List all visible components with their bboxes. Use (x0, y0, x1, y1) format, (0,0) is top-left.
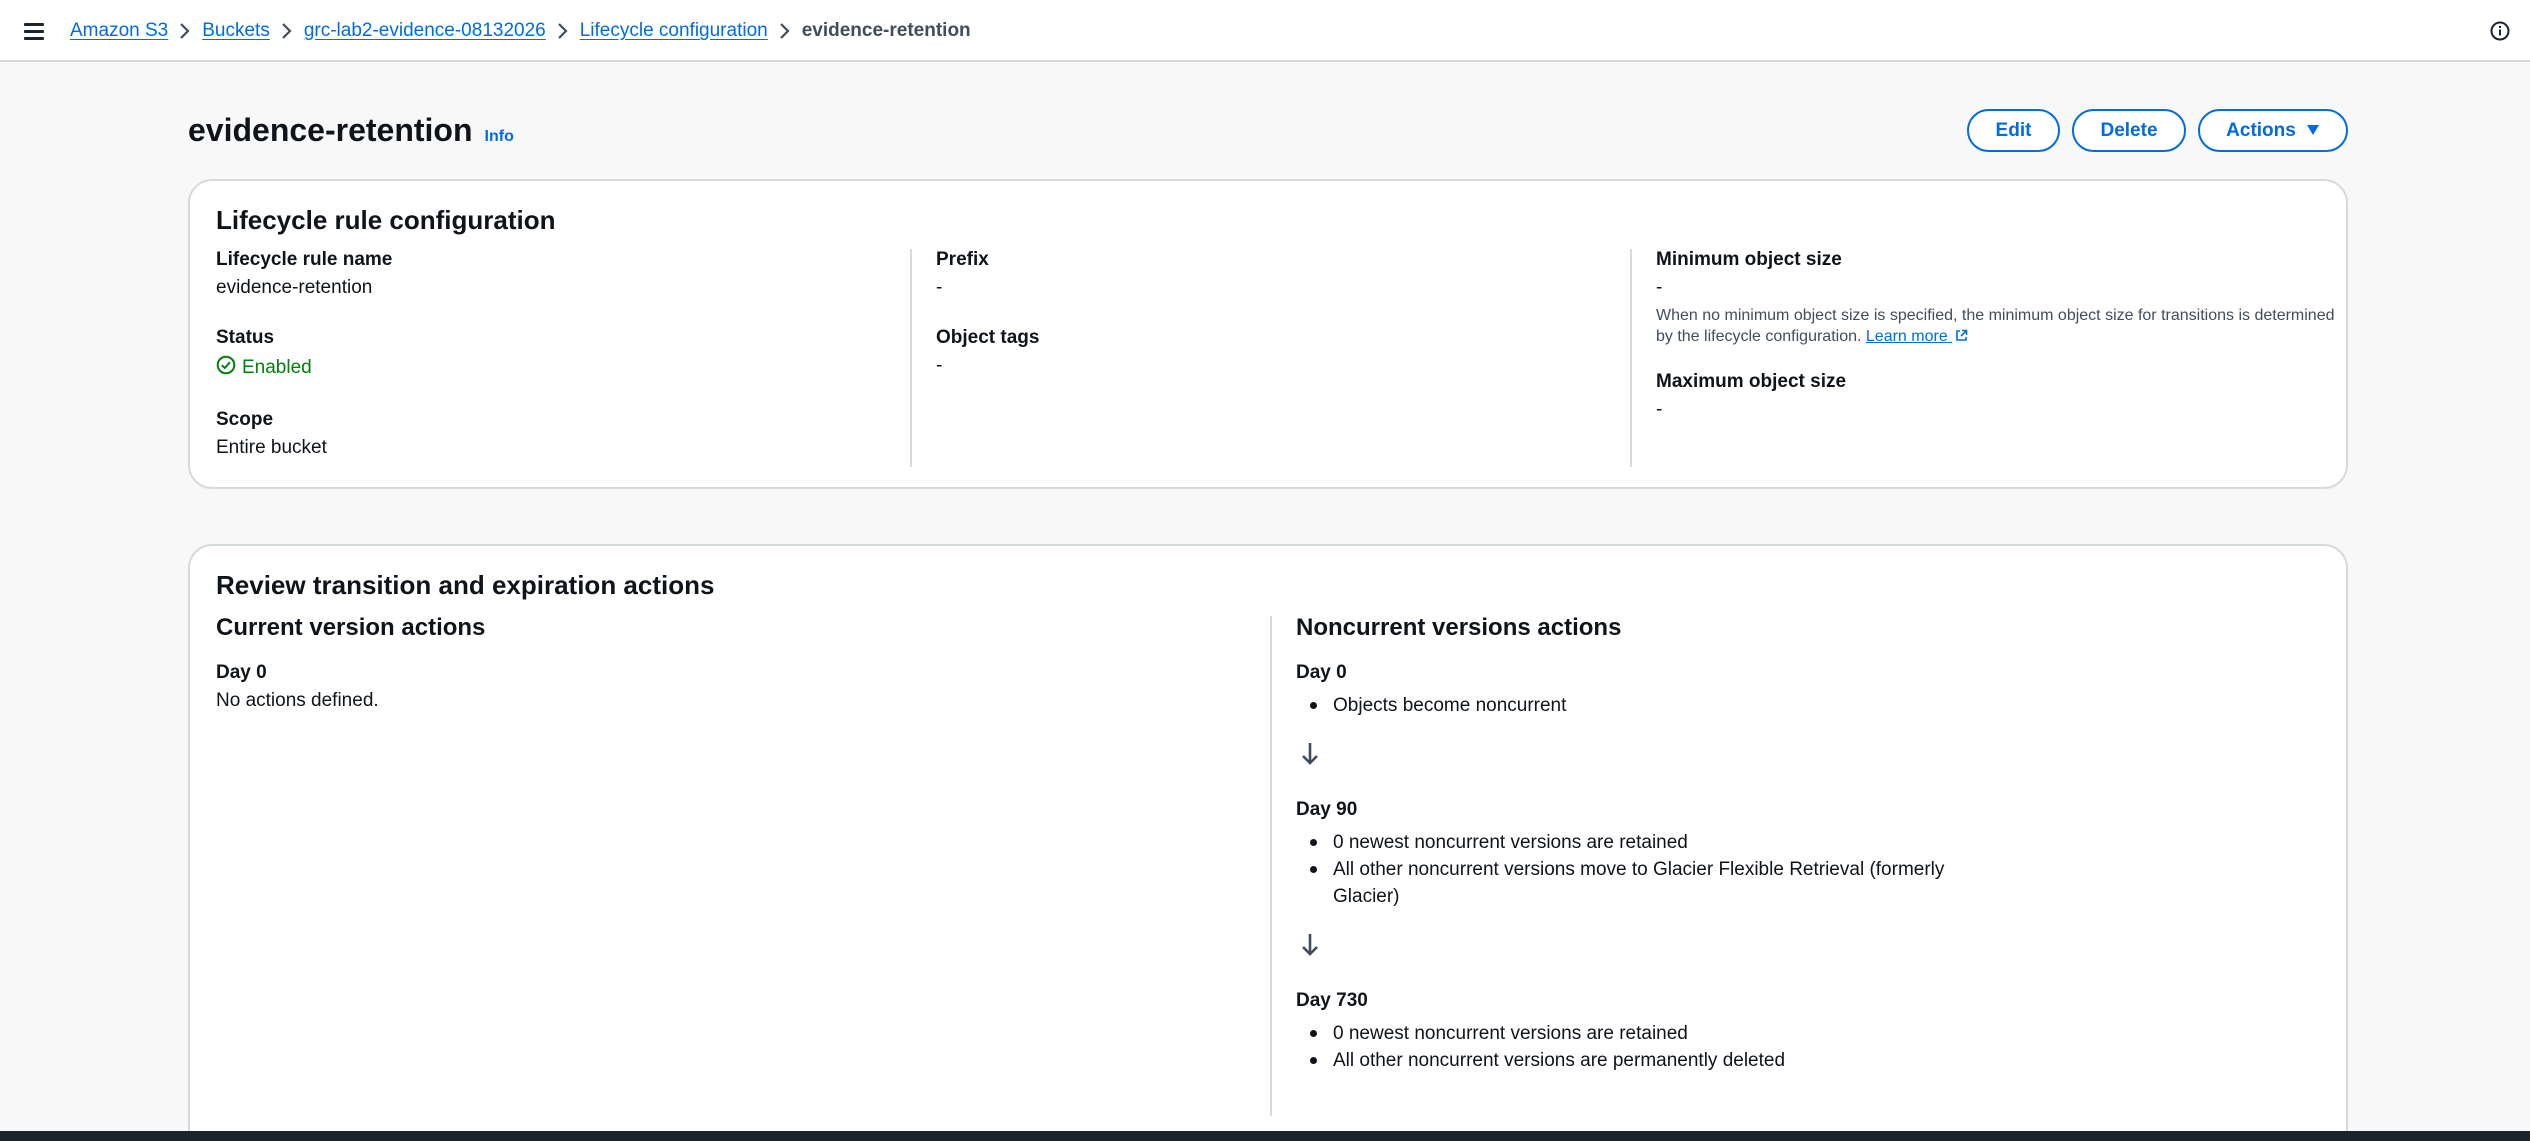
info-link[interactable]: Info (485, 128, 514, 146)
max-object-size-label: Maximum object size (1656, 371, 1847, 392)
delete-button[interactable]: Delete (2072, 109, 2186, 152)
chevron-right-icon (270, 20, 304, 42)
check-circle-icon (216, 355, 236, 381)
review-actions-panel: Review transition and expiration actions… (188, 544, 2348, 1141)
breadcrumb: Amazon S3 Buckets grc-lab2-evidence-0813… (70, 0, 971, 62)
day-label: Day 90 (1296, 799, 1358, 820)
list-item: 0 newest noncurrent versions are retaine… (1296, 829, 2326, 856)
rule-name-value: evidence-retention (216, 277, 373, 298)
prefix-value: - (936, 277, 943, 298)
info-circle-icon[interactable] (2490, 21, 2510, 41)
min-object-size-value: - (1656, 277, 1663, 298)
page-title-row: evidence-retention Info (188, 112, 514, 149)
min-object-size-note: When no minimum object size is specified… (1656, 305, 2336, 347)
status-label: Status (216, 327, 275, 348)
breadcrumb-lifecycle-configuration[interactable]: Lifecycle configuration (580, 20, 768, 42)
external-link-icon (1956, 329, 1968, 341)
panel-title: Lifecycle rule configuration (216, 205, 556, 235)
lifecycle-rule-configuration-panel: Lifecycle rule configuration Lifecycle r… (188, 179, 2348, 489)
top-navigation-bar: Amazon S3 Buckets grc-lab2-evidence-0813… (0, 0, 2530, 62)
chevron-right-icon (546, 20, 580, 42)
header-actions: Edit Delete Actions (1967, 109, 2348, 152)
column-divider (910, 249, 912, 467)
column-divider (1630, 249, 1632, 467)
timeline-step: Day 730 0 newest noncurrent versions are… (1296, 990, 2326, 1074)
list-item: All other noncurrent versions are perman… (1296, 1047, 2326, 1074)
timeline-step: Day 0 Objects become noncurrent (1296, 662, 2326, 719)
object-tags-value: - (936, 355, 943, 376)
actions-label: Actions (2226, 119, 2296, 141)
no-actions-text: No actions defined. (216, 690, 379, 711)
learn-more-link[interactable]: Learn more (1866, 328, 1968, 345)
list-item: 0 newest noncurrent versions are retaine… (1296, 1020, 2326, 1047)
min-object-size-note-text: When no minimum object size is specified… (1656, 307, 2335, 345)
day-label: Day 0 (216, 662, 267, 683)
list-item-text: All other noncurrent versions move to Gl… (1333, 859, 1945, 880)
prefix-label: Prefix (936, 249, 989, 270)
chevron-right-icon (768, 20, 802, 42)
panel-title: Review transition and expiration actions (216, 570, 715, 600)
column-divider (1270, 616, 1272, 1116)
noncurrent-versions-actions: Noncurrent versions actions Day 0 Object… (1296, 614, 2326, 1074)
rule-details-column: Lifecycle rule name evidence-retention S… (216, 249, 916, 487)
object-tags-label: Object tags (936, 327, 1040, 348)
status-badge: Enabled (216, 355, 916, 381)
chevron-right-icon (168, 20, 202, 42)
rule-name-label: Lifecycle rule name (216, 249, 393, 270)
list-item: Objects become noncurrent (1296, 692, 2326, 719)
timeline-step: Day 90 0 newest noncurrent versions are … (1296, 799, 2326, 910)
bottom-bar (0, 1131, 2530, 1141)
arrow-down-icon (1302, 934, 1318, 956)
arrow-down-icon (1302, 743, 1318, 765)
list-item: All other noncurrent versions move to Gl… (1296, 856, 2326, 910)
edit-button[interactable]: Edit (1967, 109, 2060, 152)
breadcrumb-buckets[interactable]: Buckets (202, 20, 270, 42)
status-value: Enabled (242, 357, 312, 378)
list-item-text-continued: Glacier) (1333, 886, 1400, 907)
current-version-actions: Current version actions Day 0 No actions… (216, 614, 1256, 712)
caret-down-icon (2306, 120, 2320, 142)
filter-column: Prefix - Object tags - (936, 249, 1636, 405)
day-label: Day 0 (1296, 662, 1347, 683)
actions-dropdown-button[interactable]: Actions (2198, 109, 2348, 152)
breadcrumb-amazon-s3[interactable]: Amazon S3 (70, 20, 168, 42)
breadcrumb-current: evidence-retention (801, 20, 971, 41)
page-title: evidence-retention (188, 112, 473, 148)
breadcrumb-bucket-name[interactable]: grc-lab2-evidence-08132026 (304, 20, 546, 42)
object-size-column: Minimum object size - When no minimum ob… (1656, 249, 2336, 449)
scope-label: Scope (216, 409, 274, 430)
current-version-title: Current version actions (216, 614, 486, 641)
day-label: Day 730 (1296, 990, 1368, 1011)
max-object-size-value: - (1656, 399, 1663, 420)
hamburger-icon[interactable] (24, 22, 44, 40)
noncurrent-versions-title: Noncurrent versions actions (1296, 614, 1622, 641)
learn-more-label: Learn more (1865, 328, 1948, 345)
scope-value: Entire bucket (216, 437, 327, 458)
min-object-size-label: Minimum object size (1656, 249, 1842, 270)
